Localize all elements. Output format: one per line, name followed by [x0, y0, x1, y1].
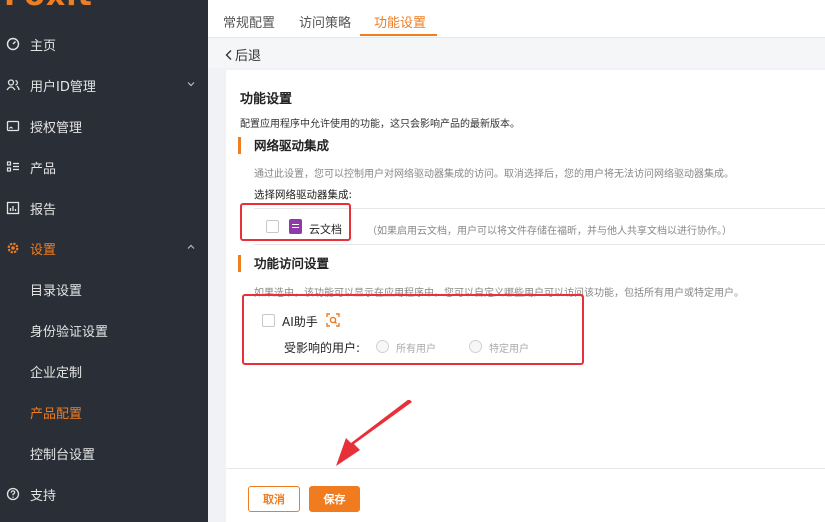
save-button[interactable]: 保存: [309, 486, 360, 512]
sidebar-subitem-directory[interactable]: 目录设置: [0, 269, 208, 309]
footer-divider: [226, 468, 825, 469]
cloud-doc-note: （如果启用云文档，用户可以将文件存储在福昕，并与他人共享文档以进行协作。）: [367, 226, 732, 237]
chevron-down-icon: [187, 82, 195, 87]
sidebar-item-license[interactable]: 授权管理: [0, 106, 208, 146]
sidebar-subitem-customization[interactable]: 企业定制: [0, 351, 208, 391]
sidebar-item-label: 授权管理: [30, 120, 83, 136]
section-title-feature-access: 功能访问设置: [238, 255, 329, 272]
sidebar-item-reports[interactable]: 报告: [0, 188, 208, 228]
sidebar-subitem-console[interactable]: 控制台设置: [0, 433, 208, 473]
tab-general-config[interactable]: 常规配置: [223, 12, 275, 31]
dashboard-icon: [6, 37, 20, 51]
chevron-up-icon: [187, 244, 195, 249]
sidebar-subitem-authentication[interactable]: 身份验证设置: [0, 310, 208, 350]
sidebar-item-support[interactable]: 支持: [0, 474, 208, 514]
sidebar-item-user-id[interactable]: 用户ID管理: [0, 65, 208, 105]
sidebar-item-label: 报告: [30, 202, 57, 218]
active-tab-indicator: [360, 34, 437, 36]
annotation-box-cloud-doc: [240, 203, 351, 241]
sidebar-item-home[interactable]: 主页: [0, 24, 208, 64]
report-icon: [6, 201, 20, 215]
back-button[interactable]: 后退: [224, 45, 261, 64]
cancel-button[interactable]: 取消: [248, 486, 300, 512]
section-title-network-drive: 网络驱动集成: [238, 137, 329, 154]
sidebar-item-settings[interactable]: 设置: [0, 228, 208, 268]
annotation-box-ai-assistant: [242, 294, 584, 365]
network-drive-hint: 通过此设置，您可以控制用户对网络驱动器集成的访问。取消选择后，您的用户将无法访问…: [254, 169, 734, 180]
page-title: 功能设置: [240, 92, 293, 107]
sidebar-subitem-product-config[interactable]: 产品配置: [0, 392, 208, 432]
sidebar-item-products[interactable]: 产品: [0, 147, 208, 187]
gear-icon: [6, 241, 20, 255]
tab-access-policy[interactable]: 访问策略: [299, 12, 351, 31]
select-drive-label: 选择网络驱动器集成:: [254, 189, 353, 201]
sidebar: Foxit 主页 用户ID管理 授权管理 产品 报告 设置: [0, 0, 208, 522]
sidebar-item-label: 主页: [30, 38, 57, 54]
sidebar-item-label: 产品: [30, 161, 57, 177]
page-description: 配置应用程序中允许使用的功能，这只会影响产品的最新版本。: [240, 119, 520, 130]
chevron-left-icon: [225, 49, 232, 60]
help-icon: [6, 487, 20, 501]
tab-bar: 常规配置 访问策略 功能设置: [208, 0, 825, 38]
product-list-icon: [6, 160, 20, 174]
tab-feature-settings[interactable]: 功能设置: [374, 12, 426, 31]
foxit-logo: Foxit: [4, 0, 93, 13]
annotation-arrow-icon: [336, 400, 412, 466]
sidebar-item-label: 支持: [30, 488, 57, 504]
users-icon: [6, 78, 20, 92]
sidebar-item-label: 设置: [30, 242, 57, 258]
license-icon: [6, 119, 20, 133]
sidebar-item-label: 用户ID管理: [30, 79, 96, 95]
back-label: 后退: [235, 49, 262, 64]
back-bar: 后退: [208, 38, 825, 68]
